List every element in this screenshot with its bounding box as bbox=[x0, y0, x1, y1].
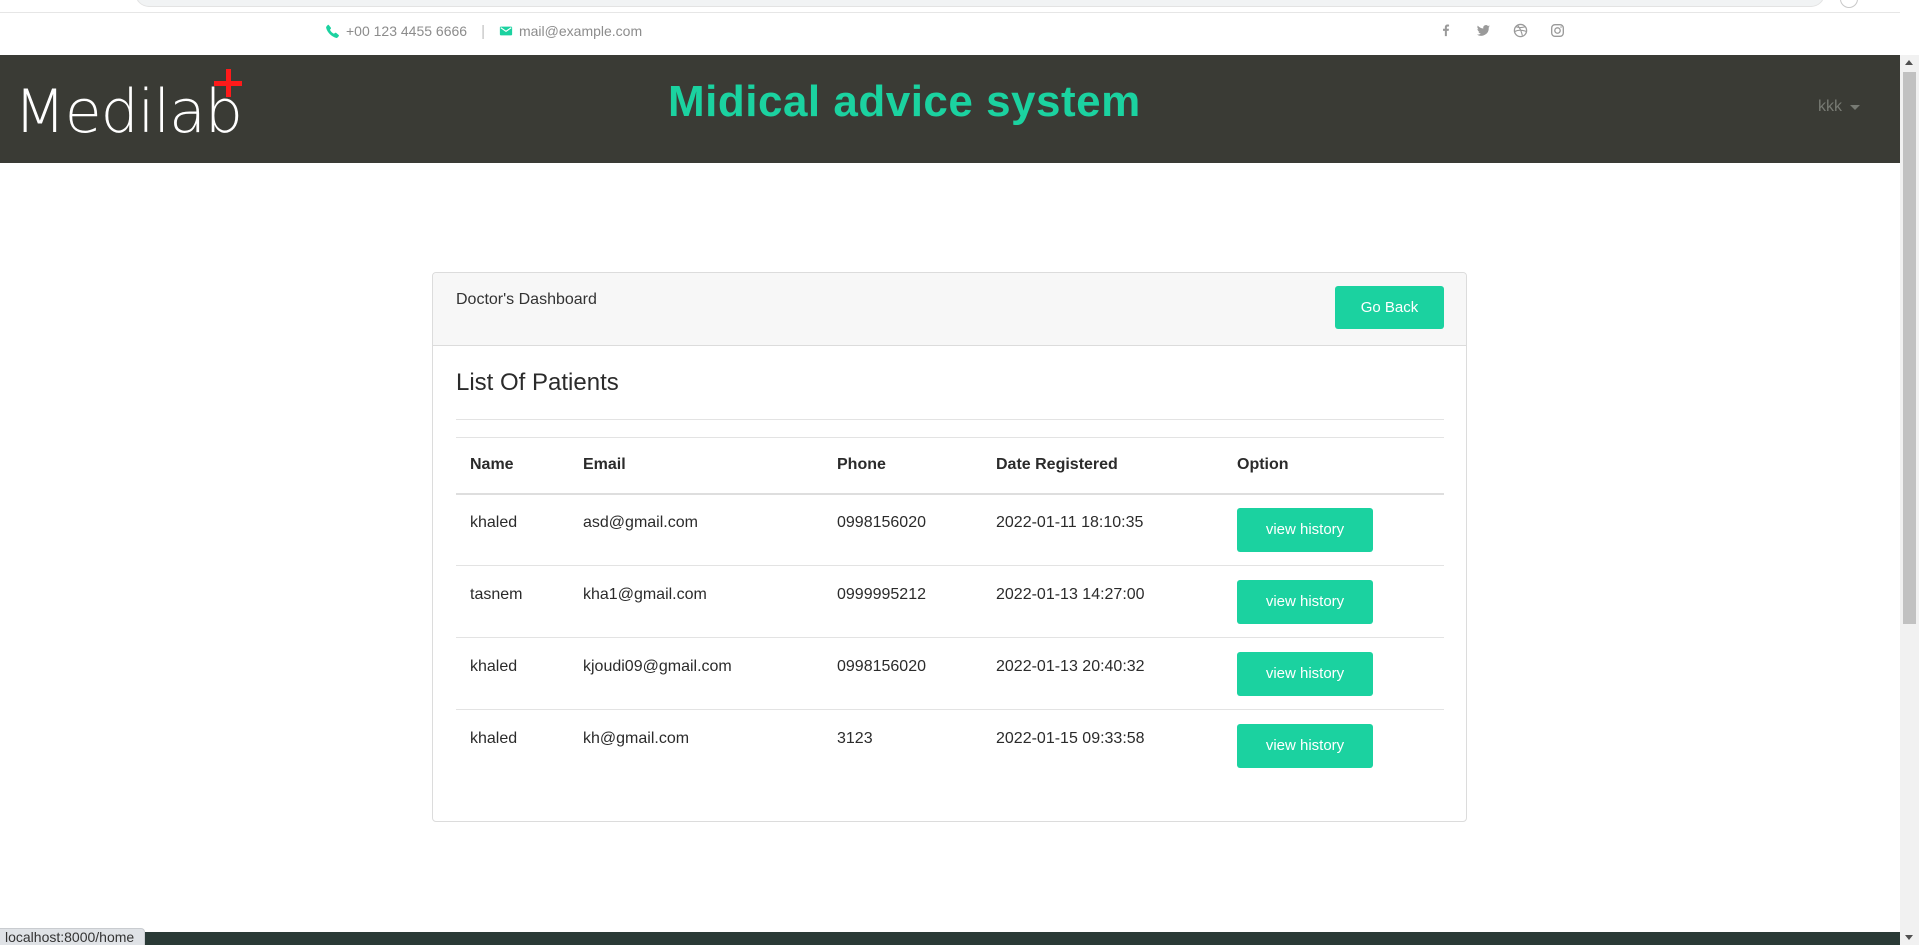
twitter-icon[interactable] bbox=[1474, 21, 1492, 39]
user-dropdown[interactable]: kkk bbox=[1818, 98, 1860, 116]
patient-date-registered: 2022-01-15 09:33:58 bbox=[996, 729, 1145, 747]
list-title: List Of Patients bbox=[456, 369, 619, 396]
phone-number: +00 123 4455 6666 bbox=[346, 23, 468, 39]
view-history-button[interactable]: view history bbox=[1237, 579, 1373, 624]
site-header: Medilab Midical advice system kkk bbox=[0, 55, 1900, 163]
column-header-phone: Phone bbox=[823, 437, 982, 495]
table-row: tasnem kha1@gmail.com 0999995212 2022-01… bbox=[456, 565, 1444, 638]
patient-name: khaled bbox=[456, 493, 569, 566]
patient-phone: 0998156020 bbox=[823, 637, 982, 710]
contact-separator: | bbox=[481, 22, 485, 40]
go-back-button[interactable]: Go Back bbox=[1335, 286, 1444, 329]
table-header-row: Name Email Phone Date Registered Option bbox=[456, 437, 1444, 495]
browser-status-url: localhost:8000/home bbox=[0, 928, 146, 945]
patient-name: khaled bbox=[470, 729, 518, 747]
site-footer bbox=[0, 932, 1900, 945]
column-header-email: Email bbox=[569, 437, 823, 495]
contact-phone: +00 123 4455 6666 bbox=[326, 23, 467, 39]
view-history-button[interactable]: view history bbox=[1237, 507, 1373, 552]
patient-email: kjoudi09@gmail.com bbox=[569, 637, 823, 710]
patients-table: Name Email Phone Date Registered Option … bbox=[456, 437, 1444, 782]
patient-date-registered: 2022-01-13 14:27:00 bbox=[982, 565, 1223, 638]
table-row: khaled kh@gmail.com 3123 2022-01-15 09:3… bbox=[456, 710, 1444, 782]
patient-phone: 0999995212 bbox=[823, 565, 982, 638]
divider bbox=[456, 419, 1444, 420]
patient-email: kh@gmail.com bbox=[583, 729, 690, 747]
card-header: Doctor's Dashboard Go Back bbox=[433, 273, 1466, 346]
email-address: mail@example.com bbox=[518, 23, 643, 39]
contact-info: +00 123 4455 6666 | mail@example.com bbox=[326, 13, 642, 49]
scroll-down-icon[interactable] bbox=[1905, 935, 1913, 940]
instagram-icon[interactable] bbox=[1548, 21, 1566, 39]
phone-icon bbox=[326, 24, 339, 38]
patient-phone: 0998156020 bbox=[823, 493, 982, 566]
card-title: Doctor's Dashboard bbox=[456, 291, 597, 308]
chevron-down-icon bbox=[1850, 104, 1860, 110]
patient-email: asd@gmail.com bbox=[569, 493, 823, 566]
column-header-name: Name bbox=[456, 437, 569, 495]
patient-date-registered: 2022-01-13 20:40:32 bbox=[982, 637, 1223, 710]
site-title: Midical advice system bbox=[668, 77, 1141, 126]
plus-icon bbox=[214, 69, 244, 99]
table-row: khaled asd@gmail.com 0998156020 2022-01-… bbox=[456, 493, 1444, 566]
patient-option: view history bbox=[1223, 493, 1444, 566]
patient-option: view history bbox=[1223, 565, 1444, 638]
view-history-button[interactable]: view history bbox=[1237, 723, 1373, 768]
patient-date-registered: 2022-01-11 18:10:35 bbox=[982, 493, 1223, 566]
patient-email: kha1@gmail.com bbox=[569, 565, 823, 638]
browser-address-bar[interactable] bbox=[135, 0, 1825, 7]
top-contact-bar: +00 123 4455 6666 | mail@example.com bbox=[0, 13, 1900, 55]
dribbble-icon[interactable] bbox=[1511, 21, 1529, 39]
patient-name: khaled bbox=[456, 637, 569, 710]
browser-chrome bbox=[0, 0, 1919, 12]
patient-option: view history bbox=[1223, 710, 1444, 782]
column-header-option: Option bbox=[1223, 437, 1444, 495]
dashboard-card: Doctor's Dashboard Go Back List Of Patie… bbox=[432, 272, 1467, 822]
table-row: khaled kjoudi09@gmail.com 0998156020 202… bbox=[456, 637, 1444, 710]
patient-phone: 3123 bbox=[837, 729, 873, 747]
social-links bbox=[1437, 21, 1566, 39]
patient-name: tasnem bbox=[456, 565, 569, 638]
page: +00 123 4455 6666 | mail@example.com Med… bbox=[0, 0, 1919, 945]
user-name: kkk bbox=[1818, 98, 1842, 115]
envelope-icon bbox=[499, 26, 513, 36]
column-header-date-registered: Date Registered bbox=[982, 437, 1223, 495]
scroll-up-icon[interactable] bbox=[1905, 60, 1913, 65]
scrollbar-thumb[interactable] bbox=[1903, 72, 1916, 624]
patient-option: view history bbox=[1223, 637, 1444, 710]
view-history-button[interactable]: view history bbox=[1237, 651, 1373, 696]
facebook-icon[interactable] bbox=[1437, 21, 1455, 39]
logo-text: Medilab bbox=[14, 77, 243, 147]
browser-profile-icon[interactable] bbox=[1840, 0, 1858, 8]
contact-email[interactable]: mail@example.com bbox=[499, 23, 642, 39]
